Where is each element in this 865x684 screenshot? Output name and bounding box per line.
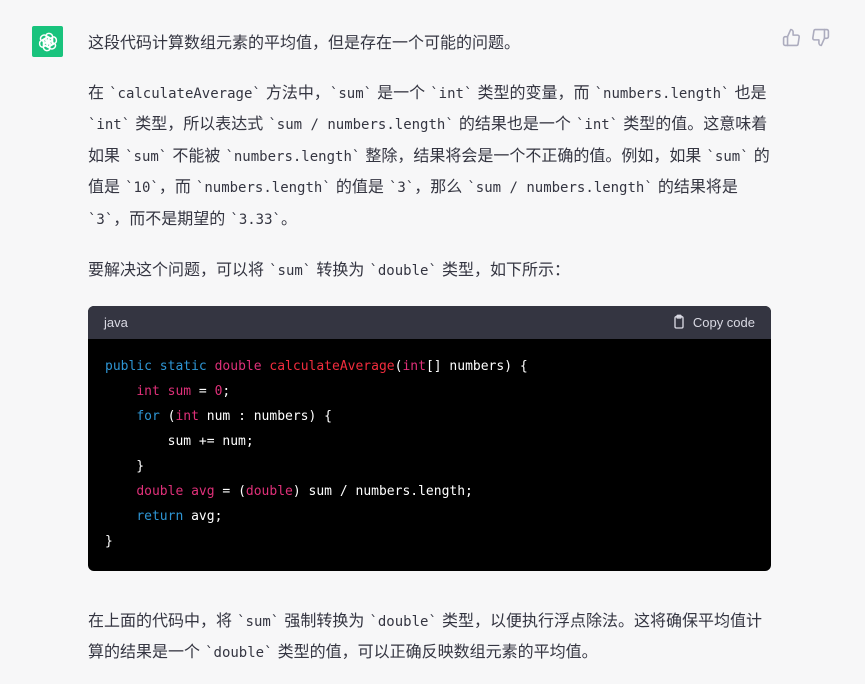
feedback-buttons (782, 28, 830, 47)
inline-code: `numbers.length` (225, 148, 361, 165)
code-line: public static double calculateAverage(in… (105, 358, 528, 374)
inline-code: `int` (575, 117, 619, 133)
conclusion-paragraph: 在上面的代码中，将 `sum` 强制转换为 `double` 类型，以便执行浮点… (88, 610, 762, 662)
inline-code: `10` (125, 180, 159, 196)
clipboard-icon (674, 314, 684, 329)
inline-code: `sum` (125, 148, 168, 165)
copy-code-label: Copy code (692, 314, 755, 330)
code-line: } (105, 533, 113, 549)
inline-code: `sum / numbers.length` (268, 117, 454, 133)
code-line: for (int num : numbers) { (136, 408, 332, 424)
assistant-message: 这段代码计算数组元素的平均值，但是存在一个可能的问题。 在 `calculate… (88, 28, 772, 669)
code-line: } (105, 458, 145, 474)
copy-code-button[interactable]: Copy code (671, 314, 755, 330)
explanation-paragraph: 在 `calculateAverage` 方法中，`sum` 是一个 `int`… (88, 82, 770, 228)
code-language-label: java (104, 314, 128, 330)
inline-code: `double` (205, 645, 273, 661)
openai-logo-icon (38, 32, 57, 51)
inline-code: `double` (369, 263, 437, 279)
thumbs-up-icon[interactable] (782, 28, 801, 47)
code-line: double avg = (double) sum / numbers.leng… (136, 483, 473, 499)
code-line: sum += num; (105, 433, 254, 449)
inline-code: `calculateAverage` (109, 85, 261, 102)
code-line: return avg; (136, 508, 223, 524)
inline-code: `3.33` (230, 211, 281, 228)
inline-code: `3` (388, 180, 415, 196)
inline-code: `int` (88, 117, 131, 133)
inline-code: `sum` (269, 263, 312, 279)
inline-code: `int` (430, 85, 473, 102)
code-block-header: java Copy code (88, 305, 771, 339)
inline-code: `sum / numbers.length` (467, 180, 653, 196)
inline-code: `sum` (706, 148, 749, 165)
inline-code: `numbers.length` (594, 85, 730, 102)
thumbs-down-icon[interactable] (811, 28, 830, 47)
inline-code: `numbers.length` (195, 180, 331, 196)
intro-text: 这段代码计算数组元素的平均值，但是存在一个可能的问题。 (88, 33, 521, 52)
assistant-avatar (32, 26, 63, 57)
solution-paragraph: 要解决这个问题，可以将 `sum` 转换为 `double` 类型，如下所示： (88, 260, 570, 279)
code-line: int sum = 0; (136, 383, 231, 399)
code-content: public static double calculateAverage(in… (88, 339, 771, 571)
inline-code: `sum` (329, 85, 373, 102)
inline-code: `3` (88, 211, 114, 228)
inline-code: `double` (369, 613, 437, 630)
inline-code: `sum` (237, 613, 280, 630)
code-block: java Copy code public static double calc… (88, 305, 771, 571)
